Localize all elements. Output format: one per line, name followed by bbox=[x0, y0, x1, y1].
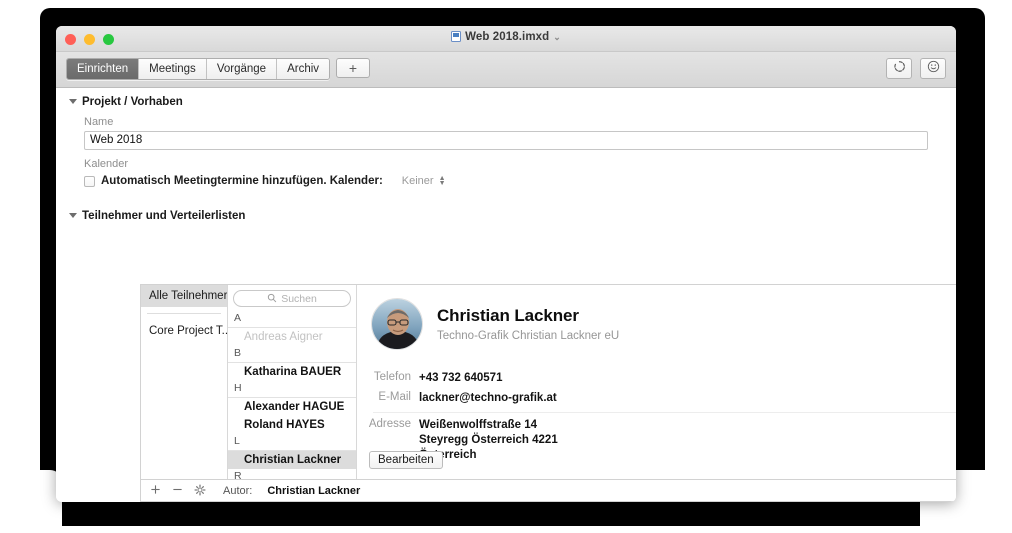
tab-vorgaenge[interactable]: Vorgänge bbox=[206, 59, 278, 79]
window-toolbar: Einrichten Meetings Vorgänge Archiv + bbox=[56, 52, 956, 88]
person-christian-lackner[interactable]: Christian Lackner bbox=[228, 451, 356, 469]
calendar-select[interactable]: Keiner ▲ ▼ bbox=[397, 174, 451, 188]
name-field-label: Name bbox=[84, 116, 114, 128]
contact-field-email: E-Mail lackner@techno-grafik.at bbox=[363, 391, 956, 406]
gear-icon[interactable] bbox=[194, 483, 206, 498]
chevron-down-icon[interactable]: ⌄ bbox=[553, 32, 561, 42]
contact-field-adresse: Adresse Weißenwolffstraße 14 Steyregg Ös… bbox=[363, 418, 956, 463]
app-window: Web 2018.imxd ⌄ Einrichten Meetings Vorgä… bbox=[56, 26, 956, 502]
contact-header: Christian Lackner Techno-Grafik Christia… bbox=[357, 285, 956, 350]
auto-meeting-label: Automatisch Meetingtermine hinzufügen. K… bbox=[101, 175, 383, 187]
person-alexander-hague[interactable]: Alexander HAGUE bbox=[228, 398, 356, 416]
toolbar-right-buttons bbox=[886, 58, 946, 79]
add-tab-button[interactable]: + bbox=[336, 58, 370, 78]
document-icon bbox=[451, 31, 462, 45]
chevron-updown-icon: ▲ ▼ bbox=[438, 175, 446, 187]
search-input[interactable]: Suchen bbox=[233, 290, 351, 307]
auto-meeting-checkbox[interactable] bbox=[84, 175, 95, 187]
disclosure-triangle-icon-2[interactable] bbox=[69, 213, 77, 218]
search-wrapper: Suchen bbox=[228, 285, 356, 311]
minus-icon[interactable] bbox=[172, 484, 183, 497]
section-header-projekt[interactable]: Projekt / Vorhaben bbox=[56, 88, 956, 108]
list-divider bbox=[147, 313, 221, 314]
address-line-2: Steyregg Österreich 4221 bbox=[419, 434, 558, 446]
index-header-a: A bbox=[228, 311, 356, 328]
list-item-core-project-team[interactable]: Core Project T... bbox=[141, 320, 227, 342]
person-katharina-bauer[interactable]: Katharina BAUER bbox=[228, 363, 356, 381]
calendar-select-value: Keiner bbox=[401, 175, 434, 187]
author-label: Autor: bbox=[223, 484, 253, 497]
contact-organization: Techno-Grafik Christian Lackner eU bbox=[437, 330, 620, 342]
sync-icon bbox=[893, 60, 906, 78]
index-header-r: R bbox=[228, 469, 356, 479]
window-titlebar: Web 2018.imxd ⌄ bbox=[56, 26, 956, 52]
field-divider bbox=[373, 412, 956, 413]
author-value: Christian Lackner bbox=[267, 484, 361, 497]
people-column[interactable]: Suchen A Andreas Aigner B Katharina BAUE… bbox=[228, 285, 357, 479]
index-header-h: H bbox=[228, 381, 356, 398]
person-andreas-aigner[interactable]: Andreas Aigner bbox=[228, 328, 356, 346]
contact-field-email-value[interactable]: lackner@techno-grafik.at bbox=[419, 391, 557, 406]
section-title-projekt: Projekt / Vorhaben bbox=[82, 96, 183, 108]
document-title-text: Web 2018.imxd bbox=[465, 31, 550, 43]
sync-button[interactable] bbox=[886, 58, 912, 79]
disclosure-triangle-icon[interactable] bbox=[69, 99, 77, 104]
contact-field-telefon-label: Telefon bbox=[373, 371, 411, 383]
person-roland-hayes[interactable]: Roland HAYES bbox=[228, 416, 356, 434]
index-header-l: L bbox=[228, 434, 356, 451]
name-input[interactable]: Web 2018 bbox=[84, 131, 928, 150]
list-item-alle-teilnehmer[interactable]: Alle Teilnehmer bbox=[141, 285, 227, 307]
tab-meetings[interactable]: Meetings bbox=[139, 59, 207, 79]
contact-field-telefon-value[interactable]: +43 732 640571 bbox=[419, 371, 502, 386]
participants-footer: Autor: Christian Lackner bbox=[140, 480, 956, 502]
emoji-button[interactable] bbox=[920, 58, 946, 79]
contact-identity: Christian Lackner Techno-Grafik Christia… bbox=[437, 306, 619, 342]
contact-name: Christian Lackner bbox=[437, 306, 579, 325]
contact-field-email-label: E-Mail bbox=[378, 391, 411, 403]
kalender-field-label: Kalender bbox=[84, 158, 129, 170]
contact-field-telefon: Telefon +43 732 640571 bbox=[363, 371, 956, 386]
contact-fields: Telefon +43 732 640571 E-Mail lackner@te… bbox=[357, 350, 956, 463]
section-header-teilnehmer[interactable]: Teilnehmer und Verteilerlisten bbox=[56, 202, 956, 222]
edit-button[interactable]: Bearbeiten bbox=[369, 451, 443, 469]
contact-detail-pane: Christian Lackner Techno-Grafik Christia… bbox=[357, 285, 956, 479]
tab-group: Einrichten Meetings Vorgänge Archiv bbox=[66, 58, 331, 80]
smiley-icon bbox=[927, 60, 940, 78]
distribution-lists-column: Alle Teilnehmer Core Project T... bbox=[141, 285, 228, 479]
participants-panel: Alle Teilnehmer Core Project T... Suchen… bbox=[140, 284, 956, 480]
section-title-teilnehmer: Teilnehmer und Verteilerlisten bbox=[82, 210, 246, 222]
address-line-1: Weißenwolffstraße 14 bbox=[419, 419, 538, 431]
tab-einrichten[interactable]: Einrichten bbox=[67, 59, 140, 79]
avatar bbox=[371, 298, 423, 350]
calendar-option-row: Automatisch Meetingtermine hinzufügen. K… bbox=[84, 174, 956, 188]
search-placeholder: Suchen bbox=[281, 292, 317, 305]
document-title[interactable]: Web 2018.imxd ⌄ bbox=[56, 31, 956, 45]
window-content: Projekt / Vorhaben Name Web 2018 Kalende… bbox=[56, 88, 956, 502]
plus-icon[interactable] bbox=[150, 484, 161, 497]
index-header-b: B bbox=[228, 346, 356, 363]
tab-archiv[interactable]: Archiv bbox=[277, 59, 330, 79]
search-icon bbox=[267, 290, 277, 308]
page-top-margin bbox=[0, 0, 1012, 8]
